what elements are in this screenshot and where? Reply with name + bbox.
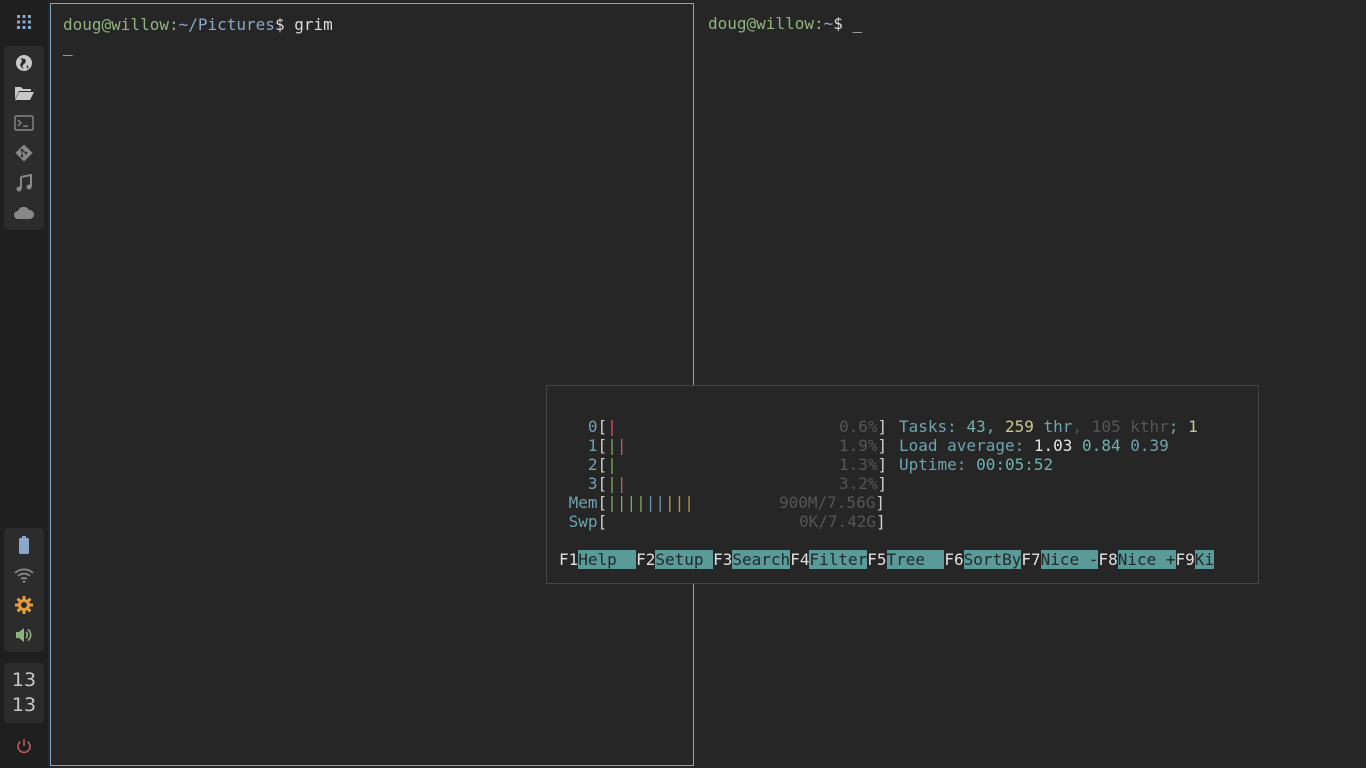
cpu-meter-2: 2[| [587, 455, 617, 474]
fkey-f5[interactable]: F5Tree [867, 550, 945, 569]
fkey-f8[interactable]: F8Nice + [1098, 550, 1176, 569]
mem-value: 900M/7.56G] [779, 493, 885, 512]
terminal-cursor: _ [842, 14, 863, 33]
music-icon[interactable] [4, 168, 44, 198]
swp-meter: Swp[ [568, 512, 608, 531]
prompt-user-host: doug@willow [63, 15, 169, 34]
cpu-meter-0: 0[| [587, 417, 617, 436]
cpu-pct-1: 1.9%] [839, 436, 888, 455]
terminal-cursor: _ [63, 37, 73, 56]
load-average: Load average: 1.03 0.84 0.39 [899, 436, 1169, 455]
volume-icon[interactable] [4, 620, 44, 650]
cpu-meter-3: 3[|| [587, 474, 627, 493]
prompt-user-host: doug@willow [708, 14, 814, 33]
prompt-path: ~/Pictures [178, 15, 275, 34]
cpu-pct-2: 1.3%] [839, 455, 888, 474]
terminal-right-prompt: doug@willow:~$ _ [708, 14, 863, 33]
globe-icon[interactable] [4, 48, 44, 78]
fkey-f6[interactable]: F6SortBy [944, 550, 1022, 569]
prompt-symbol: $ [833, 14, 843, 33]
clock[interactable]: 13 13 [4, 663, 44, 723]
git-icon[interactable] [4, 138, 44, 168]
fkey-f1[interactable]: F1Help [559, 550, 637, 569]
clock-hours: 13 [11, 669, 37, 691]
cpu-pct-0: 0.6%] [839, 417, 888, 436]
terminal-command: grim [284, 15, 333, 34]
status-group [4, 528, 44, 652]
wifi-icon[interactable] [4, 560, 44, 590]
fkey-f4[interactable]: F4Filter [790, 550, 868, 569]
htop-window[interactable]: 0[| 0.6%] 1[|| 1.9%] 2[| 1.3%] 3[|| 3.2%… [546, 385, 1259, 584]
battery-icon[interactable] [4, 530, 44, 560]
uptime: Uptime: 00:05:52 [899, 455, 1054, 474]
folder-icon[interactable] [4, 78, 44, 108]
apps-grid-icon[interactable] [4, 8, 44, 36]
terminal-icon[interactable] [4, 108, 44, 138]
terminal-left-prompt: doug@willow:~/Pictures$ grim [63, 15, 333, 34]
fkey-f2[interactable]: F2Setup [636, 550, 714, 569]
terminal-right[interactable]: doug@willow:~$ _ [696, 0, 1366, 768]
sidebar-bar: 13 13 [0, 0, 48, 768]
prompt-symbol: $ [274, 15, 285, 34]
fkey-f9[interactable]: F9Ki [1176, 550, 1215, 569]
cloud-icon[interactable] [4, 198, 44, 228]
tasks-summary: Tasks: 43, 259 thr, 105 kthr; 1 [899, 417, 1198, 436]
fkey-f7[interactable]: F7Nice - [1021, 550, 1099, 569]
cpu-meter-1: 1[|| [587, 436, 627, 455]
swp-value: 0K/7.42G] [799, 512, 886, 531]
settings-icon[interactable] [4, 590, 44, 620]
prompt-path: ~ [823, 14, 834, 33]
cpu-pct-3: 3.2%] [839, 474, 888, 493]
app-launcher-group [4, 46, 44, 230]
fkey-f3[interactable]: F3Search [713, 550, 791, 569]
function-key-bar: F1Help F2Setup F3Search F4Filter F5Tree … [559, 550, 1215, 569]
clock-minutes: 13 [11, 694, 37, 716]
mem-meter: Mem[||||||||| [568, 493, 694, 512]
power-icon[interactable] [4, 733, 44, 759]
